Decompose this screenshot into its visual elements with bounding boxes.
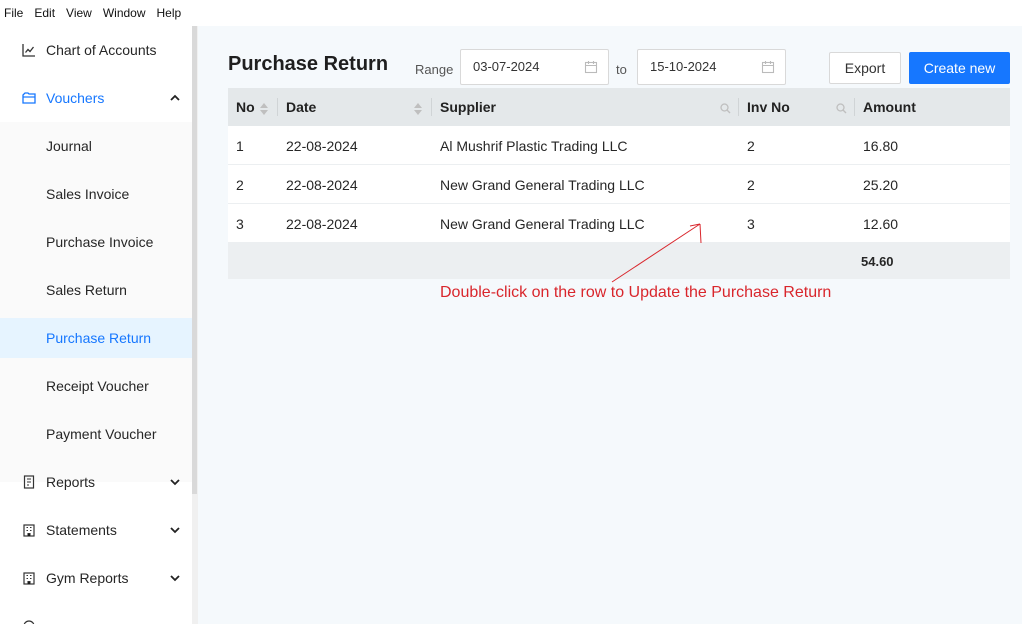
sidebar-item-label: Sales Invoice [46,186,130,202]
table-header: No Date Supplier Inv No Amount [228,88,1010,126]
sidebar-item-label: Purchase Return [46,330,152,346]
sidebar-item-label: Sales Return [46,282,127,298]
sort-icon[interactable] [414,102,422,118]
sidebar-item-payment-voucher[interactable]: Payment Voucher [0,414,192,454]
table-row[interactable]: 3 22-08-2024 New Grand General Trading L… [228,204,1010,243]
export-button[interactable]: Export [829,52,901,84]
vouchers-icon [21,90,37,106]
range-label: Range [415,62,454,77]
sidebar-item-label: Receipt Voucher [46,378,149,394]
cell-amount: 12.60 [863,215,899,232]
report-icon [21,474,37,490]
column-label: Date [286,99,317,115]
sidebar-item-label: Statements [46,522,117,538]
column-supplier[interactable]: Supplier [432,88,739,126]
column-amount[interactable]: Amount [855,88,1010,126]
partial-icon [21,618,37,624]
chevron-down-icon[interactable] [168,571,182,585]
cell-inv-no: 2 [747,176,755,193]
sidebar-item-label: Purchase Invoice [46,234,154,250]
chevron-up-icon[interactable] [168,91,182,105]
range-start-picker[interactable] [460,49,609,85]
page-title: Purchase Return [228,53,389,75]
chevron-down-icon[interactable] [168,475,182,489]
annotation-text: Double-click on the row to Update the Pu… [440,284,832,301]
column-label: Inv No [747,99,790,115]
range-end-input[interactable] [648,58,752,75]
sidebar-item-gym-reports[interactable]: Gym Reports [0,558,192,598]
sidebar-item-label: Chart of Accounts [46,42,157,58]
column-label: No [236,99,255,115]
cell-no: 2 [236,176,244,193]
sidebar-item-label: Payment Voucher [46,426,157,442]
column-no[interactable]: No [228,88,278,126]
chart-icon [21,42,37,58]
table-summary-row: 54.60 [228,243,1010,279]
calendar-icon [761,60,775,77]
cell-date: 22-08-2024 [286,176,358,193]
cell-date: 22-08-2024 [286,215,358,232]
create-new-button[interactable]: Create new [909,52,1010,84]
sidebar-item-label: Journal [46,138,92,154]
sidebar-item-partial[interactable] [0,606,192,624]
cell-amount: 25.20 [863,176,899,193]
sidebar-item-chart-of-accounts[interactable]: Chart of Accounts [0,30,192,70]
sidebar-item-label: Vouchers [46,90,105,106]
scrollbar-thumb[interactable] [192,26,197,494]
sidebar-item-label: Gym Reports [46,570,129,586]
sidebar-item-journal[interactable]: Journal [0,126,192,166]
menu-file[interactable]: File [4,6,23,20]
search-icon[interactable] [836,101,847,117]
main-content: Purchase Return Range to Export Create n… [198,26,1022,624]
cell-supplier: New Grand General Trading LLC [440,215,645,232]
menu-view[interactable]: View [66,6,92,20]
search-icon[interactable] [720,101,731,117]
cell-inv-no: 2 [747,137,755,154]
table-row[interactable]: 2 22-08-2024 New Grand General Trading L… [228,165,1010,204]
sidebar-item-sales-return[interactable]: Sales Return [0,270,192,310]
range-start-input[interactable] [471,58,575,75]
to-label: to [616,62,627,77]
building-icon [21,570,37,586]
menu-edit[interactable]: Edit [34,6,55,20]
cell-inv-no: 3 [747,215,755,232]
column-label: Supplier [440,99,497,115]
menu-window[interactable]: Window [103,6,146,20]
cell-supplier: Al Mushrif Plastic Trading LLC [440,137,628,154]
sidebar-item-sales-invoice[interactable]: Sales Invoice [0,174,192,214]
sidebar-item-purchase-return[interactable]: Purchase Return [0,318,192,358]
purchase-return-table: No Date Supplier Inv No Amount 1 22-08-2… [228,88,1010,279]
cell-supplier: New Grand General Trading LLC [440,176,645,193]
column-inv-no[interactable]: Inv No [739,88,855,126]
sidebar-item-vouchers[interactable]: Vouchers [0,78,192,118]
building-icon [21,522,37,538]
table-row[interactable]: 1 22-08-2024 Al Mushrif Plastic Trading … [228,126,1010,165]
menu-bar: File Edit View Window Help [0,0,1022,26]
cell-date: 22-08-2024 [286,137,358,154]
sidebar-item-receipt-voucher[interactable]: Receipt Voucher [0,366,192,406]
total-amount: 54.60 [861,253,894,269]
sidebar-item-label: Reports [46,474,96,490]
sidebar-item-reports[interactable]: Reports [0,462,192,502]
sidebar-item-statements[interactable]: Statements [0,510,192,550]
menu-help[interactable]: Help [157,6,182,20]
range-end-picker[interactable] [637,49,786,85]
cell-no: 1 [236,137,244,154]
column-label: Amount [863,99,916,115]
chevron-down-icon[interactable] [168,523,182,537]
calendar-icon [584,60,598,77]
sidebar: Chart of Accounts Vouchers Journal Sales… [0,26,192,624]
sidebar-item-purchase-invoice[interactable]: Purchase Invoice [0,222,192,262]
sort-icon[interactable] [260,102,268,118]
column-date[interactable]: Date [278,88,432,126]
cell-no: 3 [236,215,244,232]
cell-amount: 16.80 [863,137,899,154]
